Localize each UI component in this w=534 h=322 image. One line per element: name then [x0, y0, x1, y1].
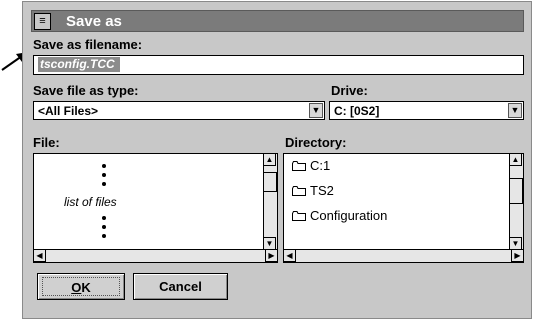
- folder-icon: [292, 161, 306, 171]
- file-listbox[interactable]: list of files ▲ ▼ ◀ ▶: [33, 153, 278, 263]
- scroll-up-button[interactable]: ▲: [263, 153, 276, 166]
- system-menu-icon: ≡: [39, 15, 46, 27]
- cancel-button[interactable]: Cancel: [133, 273, 228, 300]
- chevron-left-icon: ◀: [286, 251, 293, 260]
- file-list-placeholder: list of files: [64, 195, 117, 209]
- title-bar: ≡ Save as: [31, 10, 524, 32]
- focus-outline: OK: [42, 277, 120, 296]
- scroll-up-button[interactable]: ▲: [509, 153, 522, 166]
- scroll-right-button[interactable]: ▶: [511, 249, 524, 262]
- cancel-label: Cancel: [159, 279, 202, 294]
- ok-label: K: [81, 280, 91, 295]
- chevron-down-icon: ▼: [311, 105, 321, 115]
- directory-item[interactable]: C:1: [292, 158, 330, 174]
- drive-dropdown-button[interactable]: ▼: [508, 103, 522, 118]
- directory-item[interactable]: TS2: [292, 183, 334, 199]
- ellipsis-dot: [102, 216, 106, 220]
- drive-label: Drive:: [331, 83, 368, 98]
- save-as-dialog: ≡ Save as Save as filename: tsconfig.TCC…: [22, 1, 532, 319]
- file-label: File:: [33, 135, 60, 150]
- drive-select[interactable]: C: [0S2] ▼: [329, 101, 524, 120]
- file-vertical-scrollbar[interactable]: ▲ ▼: [263, 153, 277, 250]
- chevron-up-icon: ▲: [511, 155, 520, 164]
- scroll-thumb[interactable]: [263, 172, 277, 192]
- file-horizontal-scrollbar[interactable]: ◀ ▶: [33, 249, 278, 262]
- filename-value: tsconfig.TCC: [38, 57, 120, 72]
- ok-button[interactable]: OK: [37, 273, 125, 300]
- filetype-select[interactable]: <All Files> ▼: [33, 101, 325, 120]
- folder-icon: [292, 211, 306, 221]
- filetype-dropdown-button[interactable]: ▼: [309, 103, 323, 118]
- directory-item-label: C:1: [310, 158, 331, 173]
- ellipsis-dot: [102, 182, 106, 186]
- ellipsis-dot: [102, 164, 106, 168]
- chevron-right-icon: ▶: [514, 251, 521, 260]
- chevron-down-icon: ▼: [265, 239, 274, 248]
- ok-mnemonic: O: [71, 280, 82, 295]
- directory-label: Directory:: [285, 135, 347, 150]
- ellipsis-dot: [102, 173, 106, 177]
- system-menu-button[interactable]: ≡: [34, 13, 51, 30]
- directory-item-label: TS2: [310, 183, 334, 198]
- directory-vertical-scrollbar[interactable]: ▲ ▼: [509, 153, 523, 250]
- directory-item[interactable]: Configuration: [292, 208, 387, 224]
- filetype-label: Save file as type:: [33, 83, 139, 98]
- chevron-up-icon: ▲: [265, 155, 274, 164]
- scroll-left-button[interactable]: ◀: [283, 249, 296, 262]
- directory-horizontal-scrollbar[interactable]: ◀ ▶: [283, 249, 524, 262]
- folder-icon: [292, 186, 306, 196]
- drive-value: C: [0S2]: [334, 104, 380, 118]
- filename-label: Save as filename:: [33, 37, 143, 52]
- filename-input[interactable]: tsconfig.TCC: [33, 55, 524, 75]
- scroll-left-button[interactable]: ◀: [33, 249, 46, 262]
- filetype-value: <All Files>: [38, 104, 99, 118]
- scroll-thumb[interactable]: [509, 178, 523, 204]
- directory-item-label: Configuration: [310, 208, 388, 223]
- ellipsis-dot: [102, 234, 106, 238]
- chevron-down-icon: ▼: [511, 239, 520, 248]
- chevron-down-icon: ▼: [510, 105, 520, 115]
- scroll-right-button[interactable]: ▶: [265, 249, 278, 262]
- ellipsis-dot: [102, 225, 106, 229]
- directory-listbox[interactable]: C:1 TS2 Configuration ▲ ▼ ◀ ▶: [283, 153, 524, 263]
- dialog-title: Save as: [66, 13, 122, 30]
- chevron-left-icon: ◀: [36, 251, 43, 260]
- chevron-right-icon: ▶: [268, 251, 275, 260]
